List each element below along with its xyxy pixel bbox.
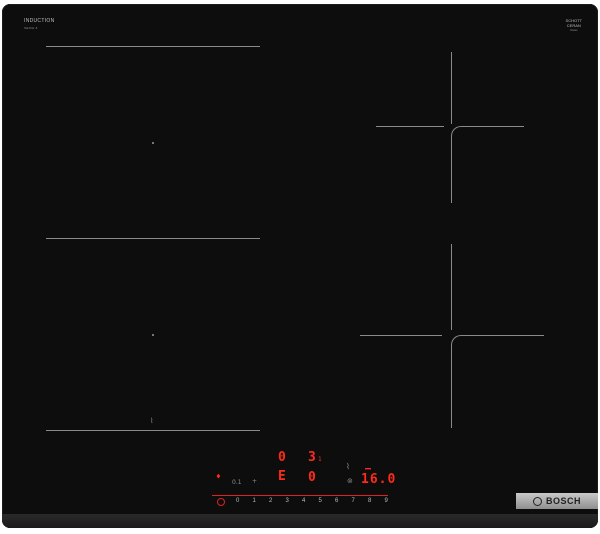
scale-label[interactable]: 6 xyxy=(335,498,352,504)
zone-d-display: 0 xyxy=(308,470,317,485)
pan-detect-icon[interactable]: ⌇ xyxy=(346,462,350,471)
cooktop-glass: INDUCTION SERIE 8 SCHOTT CERAN Glass ⌇ 0… xyxy=(2,4,598,528)
scale-label[interactable]: 2 xyxy=(269,498,286,504)
slider-track[interactable] xyxy=(212,495,388,496)
right-top-vertical xyxy=(451,52,452,124)
scale-label[interactable]: 4 xyxy=(302,498,319,504)
timer-indicator-icon: ▬▬ xyxy=(365,466,372,472)
zone-a-display: 0 xyxy=(278,450,287,465)
left-zone-top-center xyxy=(152,142,154,144)
left-zone-bottom-center xyxy=(152,334,154,336)
frame-bottom xyxy=(2,514,598,528)
zone-b-suffix: 1 xyxy=(318,456,322,463)
scale-label[interactable]: 5 xyxy=(319,498,336,504)
timer-icon[interactable]: ⊚ xyxy=(347,477,353,485)
scale-label[interactable]: 3 xyxy=(286,498,303,504)
bosch-logo-text: BOSCH xyxy=(545,496,581,506)
scale-label[interactable]: 7 xyxy=(352,498,369,504)
left-zone-bottom-line xyxy=(46,430,260,431)
zone-b-display: 3 xyxy=(308,450,317,465)
bosch-logo-icon xyxy=(532,496,542,506)
keep-warm-icon: ♦ xyxy=(216,472,221,481)
scale-label[interactable]: 9 xyxy=(385,498,402,504)
plus-icon: + xyxy=(252,478,258,485)
right-bottom-horizontal-left xyxy=(360,335,442,336)
bosch-logo-plate: BOSCH xyxy=(516,493,598,509)
small-value: 0.1 xyxy=(232,479,242,486)
right-top-horizontal-left xyxy=(376,126,444,127)
pan-icon: ⌇ xyxy=(150,417,154,425)
induction-label: INDUCTION SERIE 8 xyxy=(24,18,55,30)
scale-label[interactable]: 1 xyxy=(253,498,270,504)
scale-label[interactable]: 8 xyxy=(368,498,385,504)
left-zone-middle-line xyxy=(46,238,260,239)
left-zone-top-line xyxy=(46,46,260,47)
schott-ceran-label: SCHOTT CERAN Glass xyxy=(565,18,582,32)
right-top-bracket xyxy=(451,126,524,203)
right-bottom-vertical xyxy=(451,244,452,330)
power-level-scale[interactable]: 0 1 2 3 4 5 6 7 8 9 xyxy=(236,498,401,504)
zone-c-display: E xyxy=(278,469,287,484)
power-icon[interactable] xyxy=(217,498,225,506)
timer-display: 16.0 xyxy=(361,472,397,487)
right-bottom-bracket xyxy=(451,335,544,428)
scale-label[interactable]: 0 xyxy=(236,498,253,504)
